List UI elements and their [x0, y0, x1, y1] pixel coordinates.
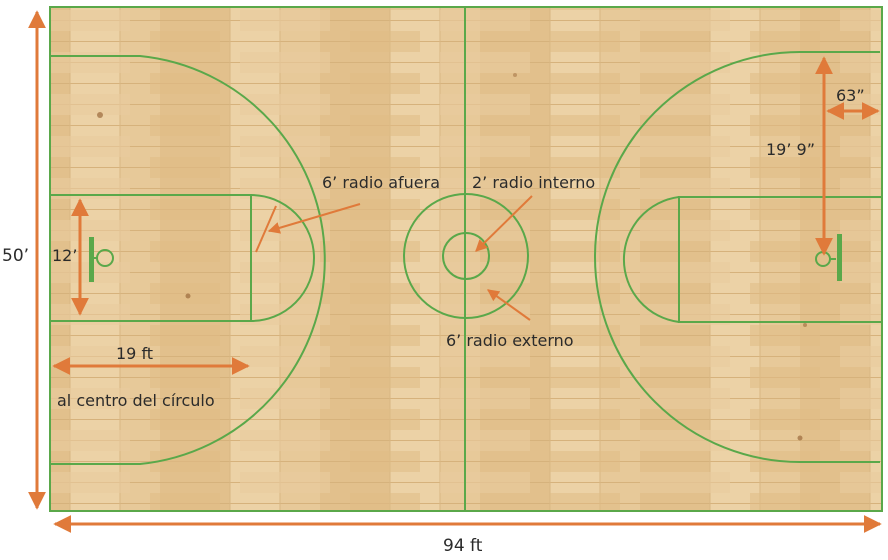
lane-width-label: 12’: [52, 246, 77, 265]
court-width-label: 50’: [2, 246, 29, 266]
court-length-label: 94 ft: [443, 536, 483, 556]
basketball-court-diagram: 6’ radio afuera 2’ radio interno 6’ radi…: [2, 6, 883, 556]
left-backboard: [89, 237, 94, 282]
outer-radius-label: 6’ radio afuera: [322, 173, 440, 192]
right-backboard: [837, 234, 842, 281]
to-circle-center-label: al centro del círculo: [57, 391, 215, 410]
free-throw-distance-label: 19 ft: [116, 344, 153, 363]
external-radius-label: 6’ radio externo: [446, 331, 574, 350]
three-point-distance-label: 19’ 9”: [766, 140, 815, 159]
inner-radius-label: 2’ radio interno: [472, 173, 595, 192]
baseline-offset-label: 63”: [836, 86, 865, 105]
